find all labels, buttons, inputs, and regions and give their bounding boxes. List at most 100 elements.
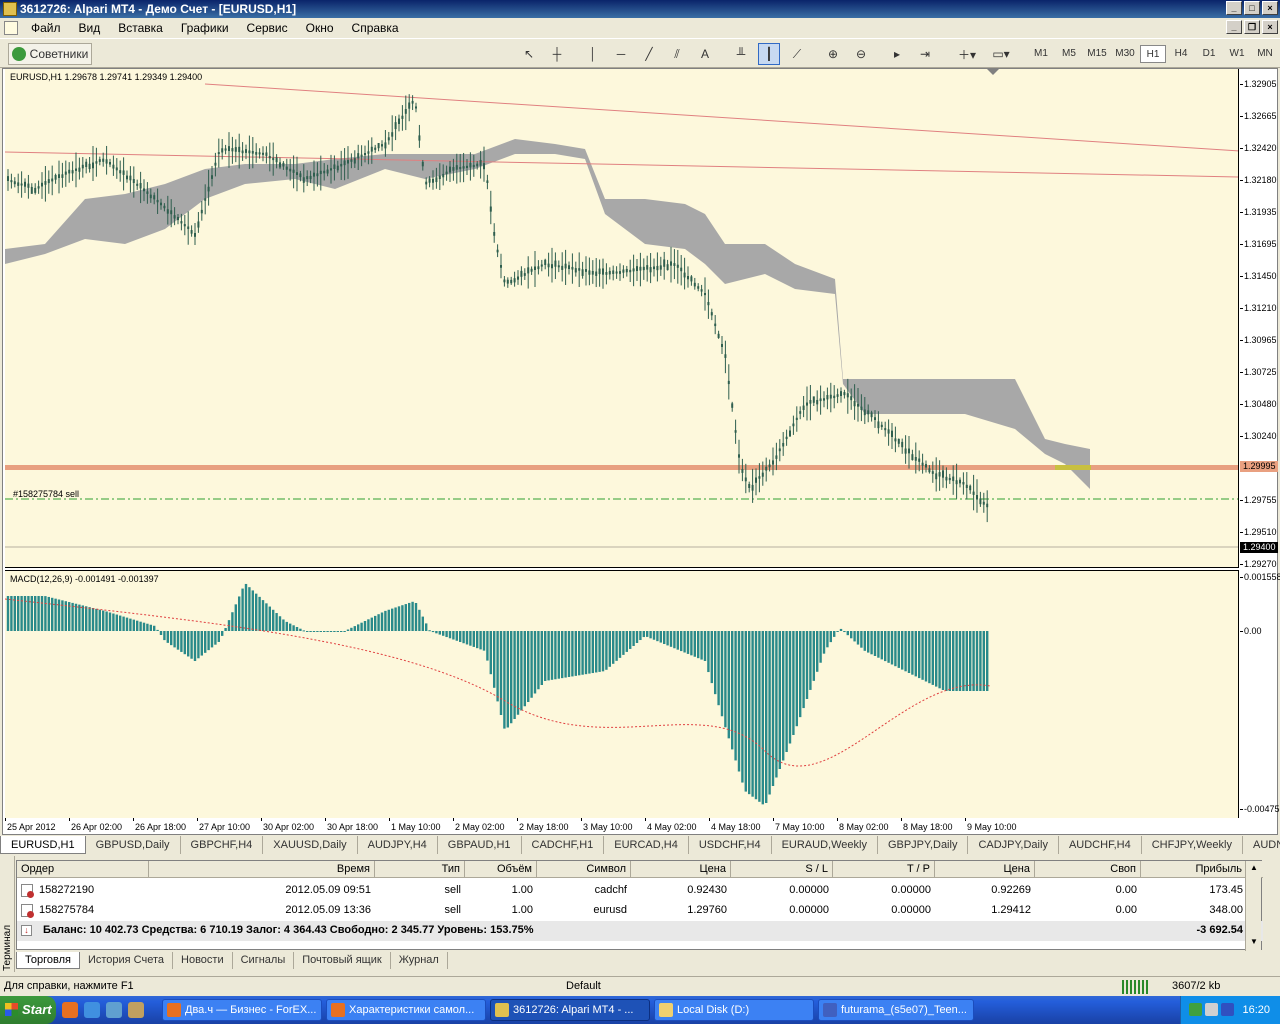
macd-pane[interactable]: MACD(12,26,9) -0.001491 -0.001397 bbox=[5, 570, 1239, 818]
start-button[interactable]: Start bbox=[0, 996, 56, 1024]
terminal-tab[interactable]: Новости bbox=[173, 952, 233, 969]
close-button[interactable]: × bbox=[1262, 1, 1278, 15]
crosshair-icon[interactable]: ┼ bbox=[546, 43, 568, 65]
chart-tab[interactable]: EURAUD,Weekly bbox=[772, 836, 878, 854]
tf-m15[interactable]: M15 bbox=[1084, 45, 1110, 63]
terminal-tab[interactable]: Журнал bbox=[391, 952, 448, 969]
tf-h1[interactable]: H1 bbox=[1140, 45, 1166, 63]
price-pane[interactable]: EURUSD,H1 1.29678 1.29741 1.29349 1.2940… bbox=[5, 69, 1239, 568]
terminal-sidebar[interactable]: Терминал bbox=[0, 856, 15, 972]
terminal-tab[interactable]: Торговля bbox=[16, 952, 80, 969]
menu-help[interactable]: Справка bbox=[343, 21, 408, 35]
browser-icon[interactable] bbox=[106, 1002, 122, 1018]
col-order[interactable]: Ордер bbox=[17, 861, 149, 878]
chart-tab[interactable]: GBPAUD,H1 bbox=[438, 836, 522, 854]
task-item[interactable]: futurama_(s5e07)_Teen... bbox=[818, 999, 974, 1021]
candlestick-chart-icon[interactable]: ┃ bbox=[758, 43, 780, 65]
time-scale[interactable]: 25 Apr 2012 26 Apr 02:00 26 Apr 18:00 27 Ap… bbox=[5, 818, 1239, 835]
chart-tab[interactable]: USDCHF,H4 bbox=[689, 836, 772, 854]
chart-tab[interactable]: AUDJPY,H4 bbox=[358, 836, 438, 854]
document-icon[interactable] bbox=[4, 21, 18, 35]
chart-tab[interactable]: GBPUSD,Daily bbox=[86, 836, 181, 854]
trendline-icon[interactable]: ╱ bbox=[638, 43, 660, 65]
child-minimize-button[interactable]: _ bbox=[1226, 20, 1242, 34]
tool-icon[interactable] bbox=[128, 1002, 144, 1018]
table-row[interactable]: 158275784 2012.05.09 13:36 sell 1.00 eur… bbox=[17, 901, 1263, 921]
tf-w1[interactable]: W1 bbox=[1224, 45, 1250, 63]
terminal-tab[interactable]: Почтовый ящик bbox=[294, 952, 391, 969]
chart-tab[interactable]: CADJPY,Daily bbox=[968, 836, 1059, 854]
col-tp[interactable]: T / P bbox=[833, 861, 935, 878]
tray-app-icon[interactable] bbox=[1189, 1003, 1202, 1016]
network-icon[interactable] bbox=[1205, 1003, 1218, 1016]
zoom-out-icon[interactable]: ⊖ bbox=[850, 43, 872, 65]
macd-scale[interactable]: 0.001558 0.00 -0.00475 bbox=[1240, 570, 1280, 818]
col-symbol[interactable]: Символ bbox=[537, 861, 631, 878]
price-chart[interactable] bbox=[5, 69, 1239, 568]
terminal-tab[interactable]: История Счета bbox=[80, 952, 174, 969]
cursor-icon[interactable]: ↖ bbox=[518, 43, 540, 65]
horizontal-line-icon[interactable]: ─ bbox=[610, 43, 632, 65]
chart-window[interactable]: EURUSD,H1 1.29678 1.29741 1.29349 1.2940… bbox=[2, 68, 1280, 835]
col-volume[interactable]: Объём bbox=[465, 861, 537, 878]
volume-icon[interactable] bbox=[1221, 1003, 1234, 1016]
advisors-button[interactable]: Советники bbox=[8, 43, 92, 65]
channel-icon[interactable]: ⫽ bbox=[666, 43, 688, 65]
task-item[interactable]: Два.ч — Бизнес - ForEX... bbox=[162, 999, 322, 1021]
menu-insert[interactable]: Вставка bbox=[109, 21, 172, 35]
chart-tab[interactable]: EURUSD,H1 bbox=[0, 836, 86, 854]
chart-shift-icon[interactable]: ⇥ bbox=[914, 43, 936, 65]
table-row[interactable]: 158272190 2012.05.09 09:51 sell 1.00 cad… bbox=[17, 881, 1263, 901]
chart-tab[interactable]: GBPCHF,H4 bbox=[181, 836, 264, 854]
terminal-tab[interactable]: Сигналы bbox=[233, 952, 295, 969]
menu-view[interactable]: Вид bbox=[70, 21, 110, 35]
chart-tab[interactable]: AUDNOK bbox=[1243, 836, 1280, 854]
vertical-line-icon[interactable]: │ bbox=[582, 43, 604, 65]
col-profit[interactable]: Прибыль bbox=[1141, 861, 1247, 878]
chart-tab[interactable]: CADCHF,H1 bbox=[522, 836, 605, 854]
horizontal-level-line[interactable] bbox=[5, 465, 1239, 470]
col-swap[interactable]: Своп bbox=[1035, 861, 1141, 878]
macd-chart[interactable] bbox=[5, 571, 1239, 818]
menu-charts[interactable]: Графики bbox=[172, 21, 238, 35]
col-sl[interactable]: S / L bbox=[731, 861, 833, 878]
autoscroll-icon[interactable]: ▸ bbox=[886, 43, 908, 65]
periods-icon[interactable]: ▭▾ bbox=[986, 43, 1016, 65]
zoom-in-icon[interactable]: ⊕ bbox=[822, 43, 844, 65]
menu-service[interactable]: Сервис bbox=[238, 21, 297, 35]
chart-tab[interactable]: EURCAD,H4 bbox=[604, 836, 689, 854]
firefox-icon[interactable] bbox=[62, 1002, 78, 1018]
tf-h4[interactable]: H4 bbox=[1168, 45, 1194, 63]
task-item[interactable]: Характеристики самол... bbox=[326, 999, 486, 1021]
price-scale[interactable]: 1.32905 1.32665 1.32420 1.32180 1.31935 1.316… bbox=[1240, 69, 1278, 569]
col-type[interactable]: Тип bbox=[375, 861, 465, 878]
scroll-up-icon[interactable]: ▲ bbox=[1248, 863, 1260, 875]
tf-mn[interactable]: MN bbox=[1252, 45, 1278, 63]
chart-tab[interactable]: AUDCHF,H4 bbox=[1059, 836, 1142, 854]
menu-window[interactable]: Окно bbox=[297, 21, 343, 35]
child-close-button[interactable]: × bbox=[1262, 20, 1278, 34]
child-restore-button[interactable]: ❐ bbox=[1244, 20, 1260, 34]
chart-tab[interactable]: XAUUSD,Daily bbox=[263, 836, 358, 854]
col-price[interactable]: Цена bbox=[631, 861, 731, 878]
task-item-active[interactable]: 3612726: Alpari MT4 - ... bbox=[490, 999, 650, 1021]
minimize-button[interactable]: _ bbox=[1226, 1, 1242, 15]
tf-m1[interactable]: M1 bbox=[1028, 45, 1054, 63]
tf-d1[interactable]: D1 bbox=[1196, 45, 1222, 63]
chart-shift-marker[interactable] bbox=[987, 69, 999, 75]
tf-m5[interactable]: M5 bbox=[1056, 45, 1082, 63]
tf-m30[interactable]: M30 bbox=[1112, 45, 1138, 63]
explorer-icon[interactable] bbox=[84, 1002, 100, 1018]
bar-chart-icon[interactable]: ╨ bbox=[730, 43, 752, 65]
line-chart-icon[interactable]: ⟋ bbox=[786, 43, 808, 65]
chart-tab[interactable]: CHFJPY,Weekly bbox=[1142, 836, 1243, 854]
col-current-price[interactable]: Цена bbox=[935, 861, 1035, 878]
maximize-button[interactable]: □ bbox=[1244, 1, 1260, 15]
task-item[interactable]: Local Disk (D:) bbox=[654, 999, 814, 1021]
text-tool-icon[interactable]: A bbox=[694, 43, 716, 65]
menu-file[interactable]: Файл bbox=[22, 21, 70, 35]
scroll-down-icon[interactable]: ▼ bbox=[1248, 937, 1260, 949]
orders-scrollbar[interactable]: ▲ ▼ bbox=[1245, 861, 1261, 951]
chart-tab[interactable]: GBPJPY,Daily bbox=[878, 836, 969, 854]
indicators-icon[interactable]: ＋▾ bbox=[952, 43, 982, 65]
